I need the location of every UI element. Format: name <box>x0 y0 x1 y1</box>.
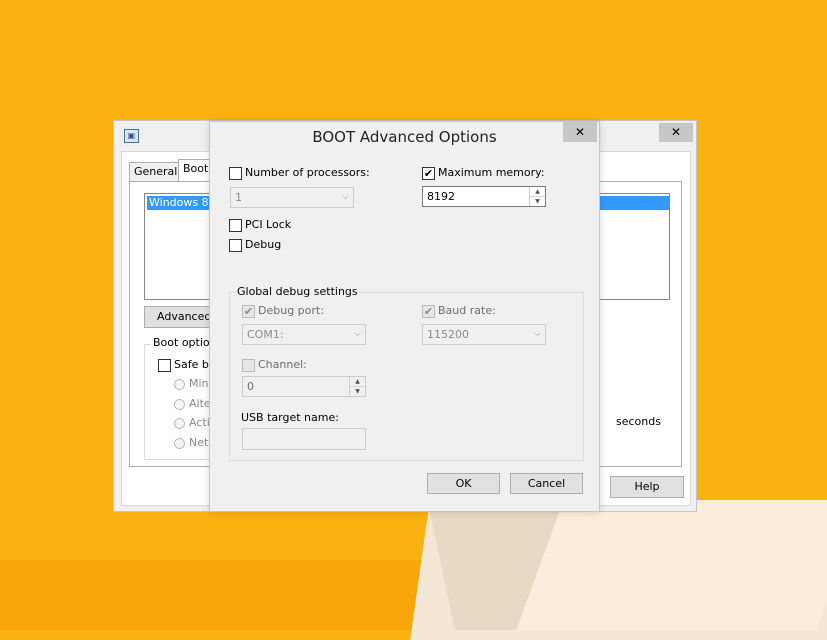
debug-port-checkbox[interactable]: Debug port: <box>242 304 324 318</box>
number-of-processors-checkbox-box[interactable] <box>229 166 242 180</box>
dialog-title: BOOT Advanced Options <box>312 128 497 146</box>
debug-port-checkbox-box[interactable] <box>242 304 255 318</box>
global-debug-settings-legend: Global debug settings <box>236 285 359 298</box>
safe-boot-checkbox-box[interactable] <box>158 358 171 372</box>
radio-icon[interactable] <box>174 417 185 429</box>
channel-value: 0 <box>247 380 254 393</box>
maximum-memory-checkbox[interactable]: Maximum memory: <box>422 166 545 180</box>
spin-down-icon[interactable]: ▼ <box>350 387 365 396</box>
wallpaper-shape <box>516 500 827 630</box>
debug-checkbox[interactable]: Debug <box>229 238 281 252</box>
baud-rate-checkbox-box[interactable] <box>422 304 435 318</box>
tab-general[interactable]: General <box>129 162 179 181</box>
number-of-processors-checkbox[interactable]: Number of processors: <box>229 166 370 180</box>
usb-target-name-label: USB target name: <box>241 411 339 424</box>
number-of-processors-label: Number of processors: <box>245 166 370 179</box>
baud-rate-label: Baud rate: <box>438 304 496 317</box>
system-config-app-icon: ▣ <box>124 129 139 143</box>
number-of-processors-value: 1 <box>235 191 242 204</box>
cancel-button[interactable]: Cancel <box>510 473 583 494</box>
maximum-memory-label: Maximum memory: <box>438 166 545 179</box>
maximum-memory-spinbox[interactable]: 8192 ▲ ▼ <box>422 186 546 207</box>
debug-port-value: COM1: <box>247 328 284 341</box>
pci-lock-label: PCI Lock <box>245 218 292 231</box>
chevron-down-icon: ⌵ <box>354 329 361 339</box>
spin-up-icon[interactable]: ▲ <box>350 377 365 387</box>
debug-port-label: Debug port: <box>258 304 324 317</box>
radio-icon[interactable] <box>174 398 185 410</box>
channel-label: Channel: <box>258 358 307 371</box>
timeout-seconds-label: seconds <box>616 415 661 428</box>
spin-buttons: ▲ ▼ <box>349 377 365 396</box>
pci-lock-checkbox-box[interactable] <box>229 218 242 232</box>
advanced-options-button[interactable]: Advanced options... <box>144 306 214 328</box>
usb-target-name-input[interactable] <box>242 428 366 450</box>
baud-rate-checkbox[interactable]: Baud rate: <box>422 304 496 318</box>
chevron-down-icon: ⌵ <box>534 329 541 339</box>
maximum-memory-value: 8192 <box>427 190 455 203</box>
spin-down-icon[interactable]: ▼ <box>530 197 545 206</box>
radio-icon[interactable] <box>174 437 185 449</box>
pci-lock-checkbox[interactable]: PCI Lock <box>229 218 291 232</box>
boot-advanced-options-dialog: BOOT Advanced Options ✕ Number of proces… <box>209 121 600 512</box>
ok-button[interactable]: OK <box>427 473 500 494</box>
channel-checkbox[interactable]: Channel: <box>242 358 307 372</box>
channel-spinbox[interactable]: 0 ▲ ▼ <box>242 376 366 397</box>
radio-icon[interactable] <box>174 378 185 390</box>
baud-rate-select[interactable]: 115200 ⌵ <box>422 324 546 345</box>
spin-up-icon[interactable]: ▲ <box>530 187 545 197</box>
channel-checkbox-box[interactable] <box>242 358 255 372</box>
debug-port-select[interactable]: COM1: ⌵ <box>242 324 366 345</box>
help-button[interactable]: Help <box>610 476 684 498</box>
spin-buttons: ▲ ▼ <box>529 187 545 206</box>
debug-checkbox-box[interactable] <box>229 238 242 252</box>
chevron-down-icon: ⌵ <box>342 192 349 202</box>
number-of-processors-select[interactable]: 1 ⌵ <box>230 187 354 208</box>
dialog-close-button[interactable]: ✕ <box>563 122 597 142</box>
maximum-memory-checkbox-box[interactable] <box>422 166 435 180</box>
baud-rate-value: 115200 <box>427 328 469 341</box>
system-config-close-button[interactable]: ✕ <box>659 123 693 142</box>
debug-label: Debug <box>245 238 282 251</box>
